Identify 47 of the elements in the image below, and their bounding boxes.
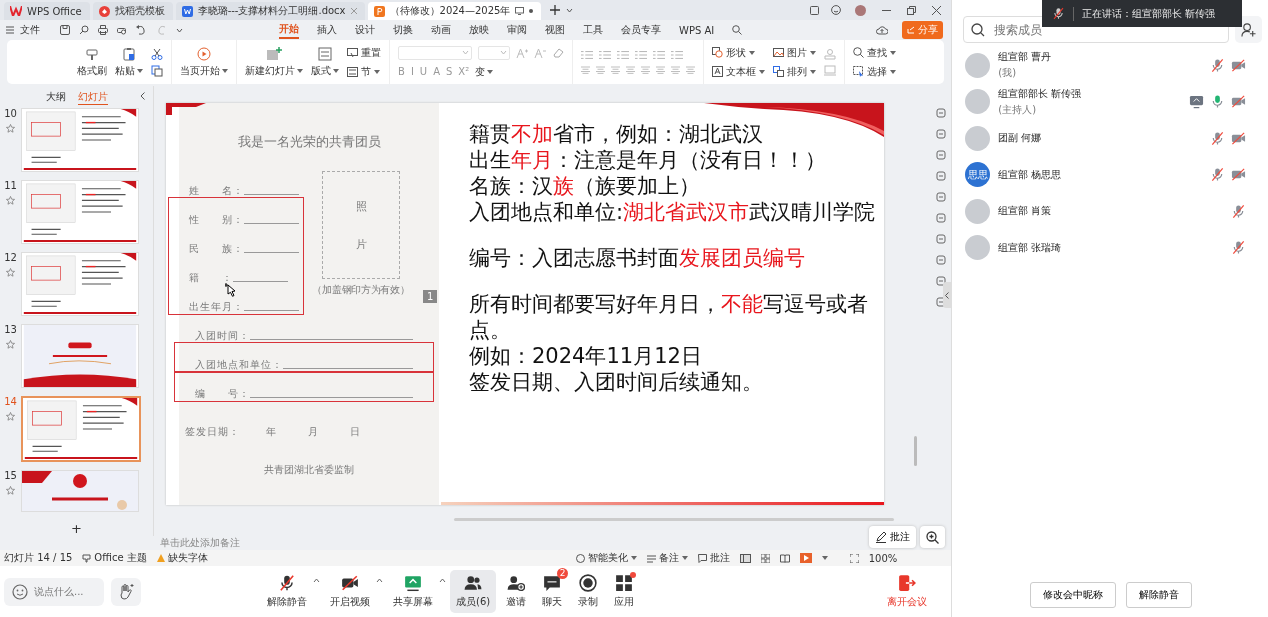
slide-number: 13	[4, 324, 17, 335]
form-field-label: 民 族：	[189, 242, 244, 256]
member-name: 组宣部 肖策	[998, 204, 1053, 219]
tab-label: 李晓璐---支撑材料分工明细.docx	[197, 4, 346, 18]
form-field-label: 签发日期：	[185, 425, 240, 439]
slide-number: 15	[4, 470, 17, 481]
slide-count: 幻灯片 14 / 15	[4, 551, 73, 565]
slide-text-line: 所有时间都要写好年月日，不能写逗号或者点。	[469, 291, 869, 343]
slide-number: 12	[4, 252, 17, 263]
slide-number: 10	[4, 108, 17, 119]
tab-label: （待修改）2024—2025年	[389, 4, 511, 18]
form-field-label: 入团时间：	[195, 329, 250, 343]
slide-text-line: 名族：汉族（族要加上）	[469, 173, 701, 199]
page-number-tag: 1	[423, 290, 438, 303]
date-unit-label: 年	[266, 425, 276, 439]
date-unit-label: 月	[308, 425, 318, 439]
photo-frame-label: 片	[355, 236, 367, 252]
member-role: (我)	[998, 66, 1018, 81]
form-field-label: 出生年月：	[189, 300, 244, 314]
photo-frame-label: 照	[355, 198, 367, 214]
tab-label: 找稻壳模板	[114, 4, 165, 18]
date-unit-label: 日	[350, 425, 360, 439]
slide-text-line: 例如：2024年11月12日	[469, 343, 703, 369]
form-field-label: 编 号：	[195, 387, 250, 401]
photo-note: （加盖钢印方为有效）	[312, 283, 410, 297]
member-name: 组宣部 张瑞琦	[998, 240, 1063, 255]
member-avatar: 思思	[965, 162, 991, 188]
slide-text-line: 编号：入团志愿书封面发展团员编号	[469, 245, 806, 271]
slide-number: 14	[4, 396, 17, 407]
slide-text-line: 签发日期、入团时间后续通知。	[469, 369, 764, 395]
member-name: 组宣部 杨思思	[998, 167, 1063, 182]
slide-text-line: 入团地点和单位:湖北省武汉市武汉晴川学院	[469, 199, 877, 225]
form-field-label: 姓 名：	[189, 184, 244, 198]
slide-number: 11	[4, 180, 17, 191]
member-name: 组宣部部长 靳传强	[998, 86, 1083, 101]
tab-label: WPS Office	[27, 5, 82, 17]
slide-text-line: 出生年月：注意是年月（没有日！！）	[469, 147, 827, 173]
member-name: 组宣部 曹丹	[998, 50, 1053, 65]
member-role: (主持人)	[998, 102, 1038, 117]
form-field-label: 入团地点和单位：	[195, 358, 283, 372]
form-title: 我是一名光荣的共青团员	[236, 133, 382, 151]
unread-count-badge: 2	[557, 568, 569, 579]
form-footer: 共青团湖北省委监制	[185, 463, 433, 477]
form-field-label: 性 别：	[189, 213, 244, 227]
member-name: 团副 何娜	[998, 131, 1043, 146]
form-field-label: 籍 ：	[189, 271, 233, 285]
slide-text-line: 籍贯不加省市，例如：湖北武汉	[469, 121, 764, 147]
